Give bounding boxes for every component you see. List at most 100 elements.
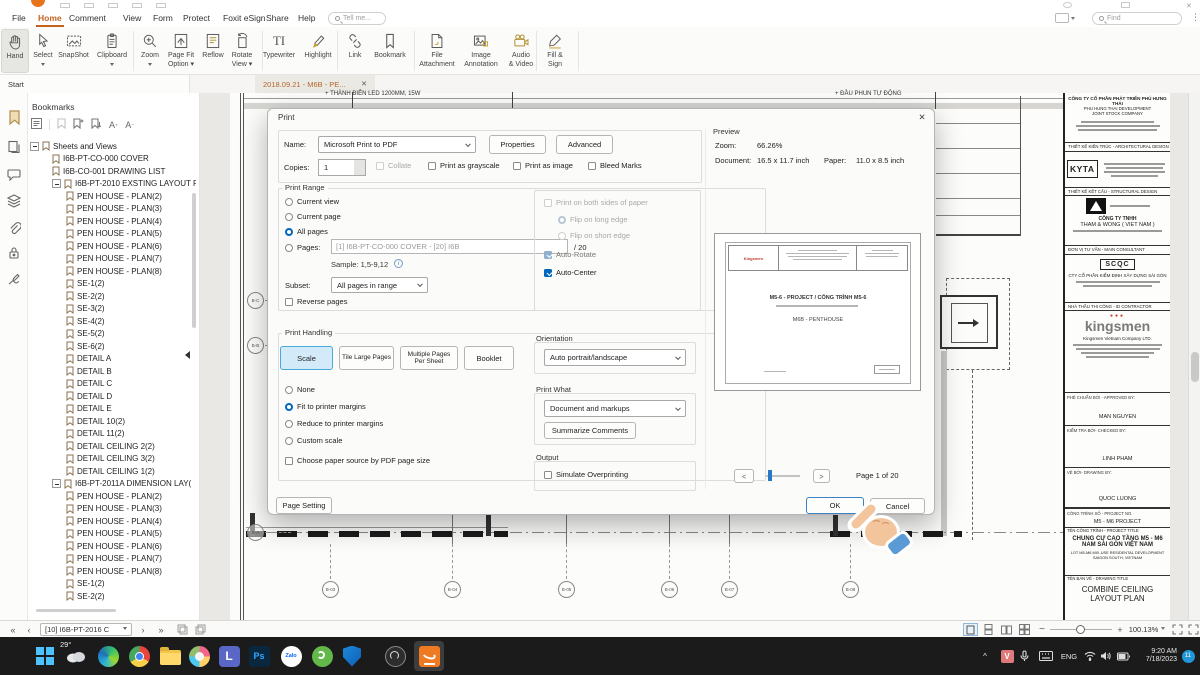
bookmark-item[interactable]: PEN HOUSE - PLAN(2) xyxy=(28,490,196,503)
orientation-select[interactable]: Auto portrait/landscape xyxy=(544,349,686,366)
tab-start[interactable]: Start xyxy=(0,75,190,93)
bookmark-item[interactable]: DETAIL A xyxy=(28,353,196,366)
scrollbar-thumb[interactable] xyxy=(1191,352,1199,382)
qat-undo-icon[interactable] xyxy=(132,3,142,8)
subset-select[interactable]: All pages in range xyxy=(331,277,428,293)
auto-rotate-checkbox[interactable]: Auto-Rotate xyxy=(544,250,596,259)
windows-security-icon[interactable] xyxy=(340,644,364,668)
start-button[interactable] xyxy=(33,644,57,668)
current-page-radio[interactable]: Current page xyxy=(285,212,341,221)
preview-next-button[interactable]: > xyxy=(813,469,830,483)
image-annotation-button[interactable]: Image Annotation xyxy=(459,29,503,73)
bookmark-item[interactable]: PEN HOUSE - PLAN(3) xyxy=(28,503,196,516)
share-doc-icon[interactable] xyxy=(1063,2,1072,8)
bookmark-item[interactable]: PEN HOUSE - PLAN(6) xyxy=(28,240,196,253)
comments-panel-icon[interactable] xyxy=(6,166,22,182)
settings-app-icon[interactable] xyxy=(383,644,407,668)
prev-page-button[interactable]: ‹ xyxy=(22,621,36,638)
bookmark-item[interactable]: I6B-PT-CO-000 COVER xyxy=(28,153,196,166)
highlight-button[interactable]: Highlight xyxy=(299,29,337,73)
bookmark-item[interactable]: PEN HOUSE - PLAN(3) xyxy=(28,203,196,216)
flip-short-radio[interactable]: Flip on short edge xyxy=(558,231,630,240)
simulate-overprinting-checkbox[interactable]: Simulate Overprinting xyxy=(544,470,628,479)
security-panel-icon[interactable] xyxy=(6,245,22,261)
preview-prev-button[interactable]: < xyxy=(734,469,754,483)
bookmark-item[interactable]: DETAIL B xyxy=(28,365,196,378)
typewriter-button[interactable]: TI Typewriter xyxy=(259,29,299,73)
facing-view-icon[interactable] xyxy=(999,621,1014,638)
bookmark-item[interactable]: PEN HOUSE - PLAN(5) xyxy=(28,528,196,541)
bookmark-item[interactable]: DETAIL CEILING 1(2) xyxy=(28,465,196,478)
zoom-button[interactable]: Zoom xyxy=(136,29,164,73)
tell-me-search[interactable]: Tell me... xyxy=(328,12,386,25)
bookmark-item[interactable]: PEN HOUSE - PLAN(7) xyxy=(28,253,196,266)
bookmark-item[interactable]: PEN HOUSE - PLAN(5) xyxy=(28,228,196,241)
rotate-view-button[interactable]: Rotate View ▾ xyxy=(227,29,257,73)
preview-slider-thumb[interactable] xyxy=(768,470,772,481)
photoshop-icon[interactable]: Ps xyxy=(247,644,271,668)
bookmark-item[interactable]: PEN HOUSE - PLAN(6) xyxy=(28,540,196,553)
bookmark-item[interactable]: SE-2(2) xyxy=(28,290,196,303)
qat-print-icon[interactable] xyxy=(108,3,118,8)
collapse-text-icon[interactable]: A⁻ xyxy=(125,120,134,130)
bookmark-item[interactable]: DETAIL CEILING 2(2) xyxy=(28,440,196,453)
panel-scrollbar-thumb[interactable] xyxy=(192,193,196,328)
grayscale-checkbox[interactable]: Print as grayscale xyxy=(428,161,500,170)
bookmark-item[interactable]: SE-2(2) xyxy=(28,590,196,603)
prev-view-icon[interactable] xyxy=(175,621,189,638)
tile-tab-button[interactable]: Tile Large Pages xyxy=(339,346,394,370)
collapse-panel-icon[interactable] xyxy=(181,351,190,359)
signature-panel-icon[interactable] xyxy=(6,271,22,287)
clock[interactable]: 9:20 AM 7/18/2023 xyxy=(1135,637,1177,675)
bookmark-item[interactable]: PEN HOUSE - PLAN(4) xyxy=(28,515,196,528)
fill-sign-button[interactable]: Fill & Sign xyxy=(540,29,570,73)
print-as-image-checkbox[interactable]: Print as image xyxy=(513,161,573,170)
chrome-icon[interactable] xyxy=(127,644,151,668)
menu-item[interactable]: Share xyxy=(264,10,291,27)
more-options-icon[interactable]: ⋮ xyxy=(1191,12,1200,23)
bookmark-item[interactable]: PEN HOUSE - PLAN(8) xyxy=(28,265,196,278)
bookmark-item[interactable]: SE-4(2) xyxy=(28,315,196,328)
fit-width-icon[interactable] xyxy=(1170,621,1184,638)
menu-item[interactable]: Help xyxy=(296,10,317,27)
expand-text-icon[interactable]: A⁺ xyxy=(109,120,118,130)
scale-none-radio[interactable]: None xyxy=(285,385,315,394)
collapse-icon[interactable] xyxy=(52,179,61,188)
bookmark-item[interactable]: DETAIL 10(2) xyxy=(28,415,196,428)
menu-item[interactable]: Protect xyxy=(181,10,212,27)
bookmark-item[interactable]: I6B-PT-2011A DIMENSION LAY( xyxy=(28,478,196,491)
find-box[interactable]: Find xyxy=(1092,12,1182,25)
bookmark-item[interactable]: Sheets and Views xyxy=(28,140,196,153)
zalo-icon[interactable]: Zalo xyxy=(279,644,303,668)
printer-select[interactable]: Microsoft Print to PDF xyxy=(318,136,476,153)
bookmark-item[interactable]: SE-1(2) xyxy=(28,578,196,591)
close-tab-icon[interactable]: ✕ xyxy=(361,80,367,88)
collapse-icon[interactable] xyxy=(52,479,61,488)
print-what-select[interactable]: Document and markups xyxy=(544,400,686,417)
scale-tab-button[interactable]: Scale xyxy=(280,346,333,370)
menu-item[interactable]: View xyxy=(121,10,143,27)
bookmark-item[interactable]: PEN HOUSE - PLAN(4) xyxy=(28,215,196,228)
qat-save-icon[interactable] xyxy=(84,3,94,8)
qat-redo-icon[interactable] xyxy=(156,3,166,8)
flip-long-radio[interactable]: Flip on long edge xyxy=(558,215,628,224)
zoom-in-button[interactable]: + xyxy=(1114,621,1126,638)
layers-panel-icon[interactable] xyxy=(6,193,22,209)
all-pages-radio[interactable]: All pages xyxy=(285,227,328,236)
panel-hscrollbar-thumb[interactable] xyxy=(36,609,116,612)
copies-stepper[interactable] xyxy=(354,160,365,175)
l-app-icon[interactable]: L xyxy=(217,644,241,668)
menu-item[interactable]: Home xyxy=(36,10,64,27)
restore-window-icon[interactable] xyxy=(1121,2,1130,8)
reflow-button[interactable]: Reflow xyxy=(198,29,228,73)
bookmark-page-icon[interactable] xyxy=(91,118,102,131)
bookmark-item[interactable]: SE-6(2) xyxy=(28,340,196,353)
next-view-icon[interactable] xyxy=(193,621,207,638)
menu-item[interactable]: File xyxy=(10,10,28,27)
bookmark-item[interactable]: DETAIL D xyxy=(28,390,196,403)
summarize-comments-button[interactable]: Summarize Comments xyxy=(544,422,636,439)
document-scrollbar[interactable] xyxy=(1188,93,1200,620)
current-view-radio[interactable]: Current view xyxy=(285,197,339,206)
zoom-slider-thumb[interactable] xyxy=(1076,625,1085,634)
page-number-field[interactable]: [10] I6B-PT-2016 C xyxy=(40,623,132,636)
